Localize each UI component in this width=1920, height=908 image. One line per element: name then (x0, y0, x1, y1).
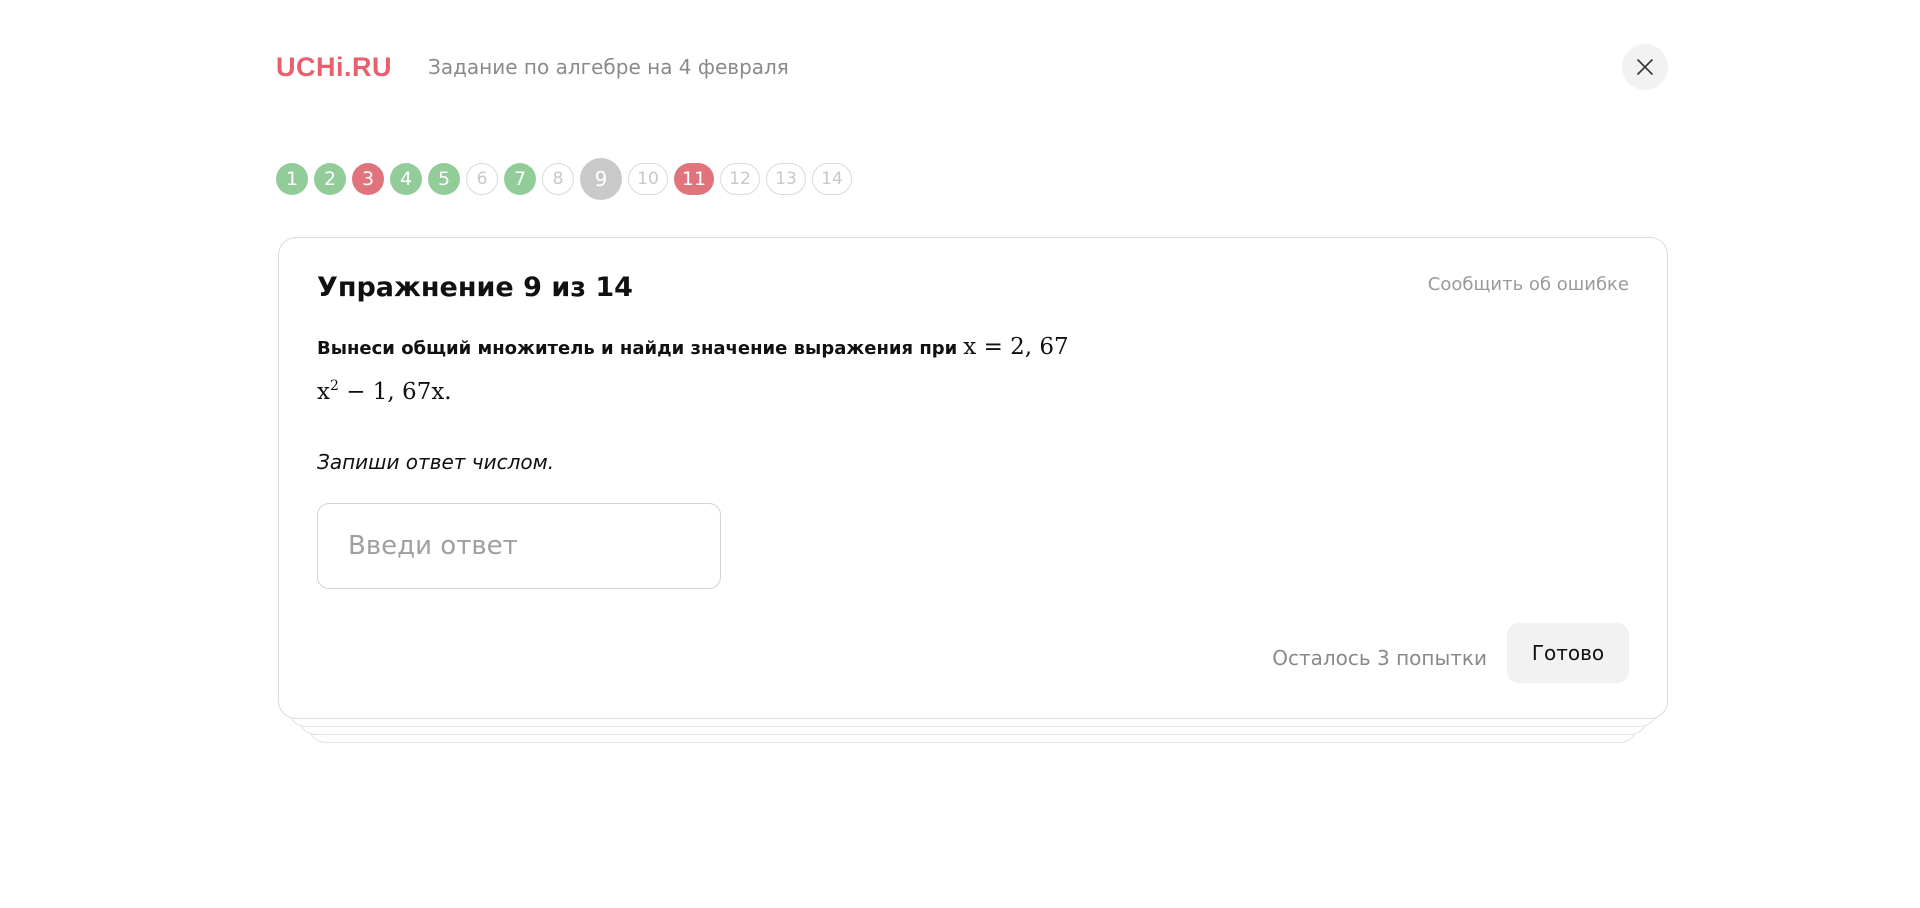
task-statement: Вынеси общий множитель и найди значение … (317, 334, 1069, 360)
expression-base: x (317, 379, 330, 405)
progress-dot-7[interactable]: 7 (504, 163, 536, 195)
assignment-title: Задание по алгебре на 4 февраля (428, 55, 789, 79)
progress-dot-10[interactable]: 10 (628, 163, 668, 195)
progress-dot-8[interactable]: 8 (542, 163, 574, 195)
progress-dot-13[interactable]: 13 (766, 163, 806, 195)
progress-dot-12[interactable]: 12 (720, 163, 760, 195)
progress-dot-11[interactable]: 11 (674, 163, 714, 195)
progress-dot-4[interactable]: 4 (390, 163, 422, 195)
progress-dot-9[interactable]: 9 (580, 158, 622, 200)
attempts-remaining: Осталось 3 попытки (1272, 646, 1487, 670)
exercise-card-stack: Упражнение 9 из 14 Сообщить об ошибке Вы… (278, 237, 1668, 745)
expression-rest: − 1, 67x. (338, 379, 452, 405)
answer-hint: Запиши ответ числом. (317, 450, 555, 474)
task-text: Вынеси общий множитель и найди значение … (317, 338, 958, 359)
submit-button[interactable]: Готово (1507, 623, 1629, 683)
uchi-logo[interactable]: UCHi.RU (276, 52, 392, 83)
progress-dot-3[interactable]: 3 (352, 163, 384, 195)
close-icon (1636, 58, 1654, 76)
header: UCHi.RU Задание по алгебре на 4 февраля (276, 40, 1668, 94)
report-error-link[interactable]: Сообщить об ошибке (1428, 274, 1629, 295)
task-math: x = 2, 67 (963, 334, 1069, 360)
progress-dot-5[interactable]: 5 (428, 163, 460, 195)
exercise-progress: 1 2 3 4 5 6 7 8 9 10 11 12 13 14 (276, 157, 858, 201)
close-button[interactable] (1622, 44, 1668, 90)
exercise-card: Упражнение 9 из 14 Сообщить об ошибке Вы… (278, 237, 1668, 719)
answer-input[interactable] (317, 503, 721, 589)
expression-power: 2 (329, 378, 339, 394)
progress-dot-1[interactable]: 1 (276, 163, 308, 195)
progress-dot-14[interactable]: 14 (812, 163, 852, 195)
math-expression: x2 − 1, 67x. (317, 378, 452, 405)
progress-dot-2[interactable]: 2 (314, 163, 346, 195)
progress-dot-6[interactable]: 6 (466, 163, 498, 195)
exercise-title: Упражнение 9 из 14 (317, 272, 633, 303)
